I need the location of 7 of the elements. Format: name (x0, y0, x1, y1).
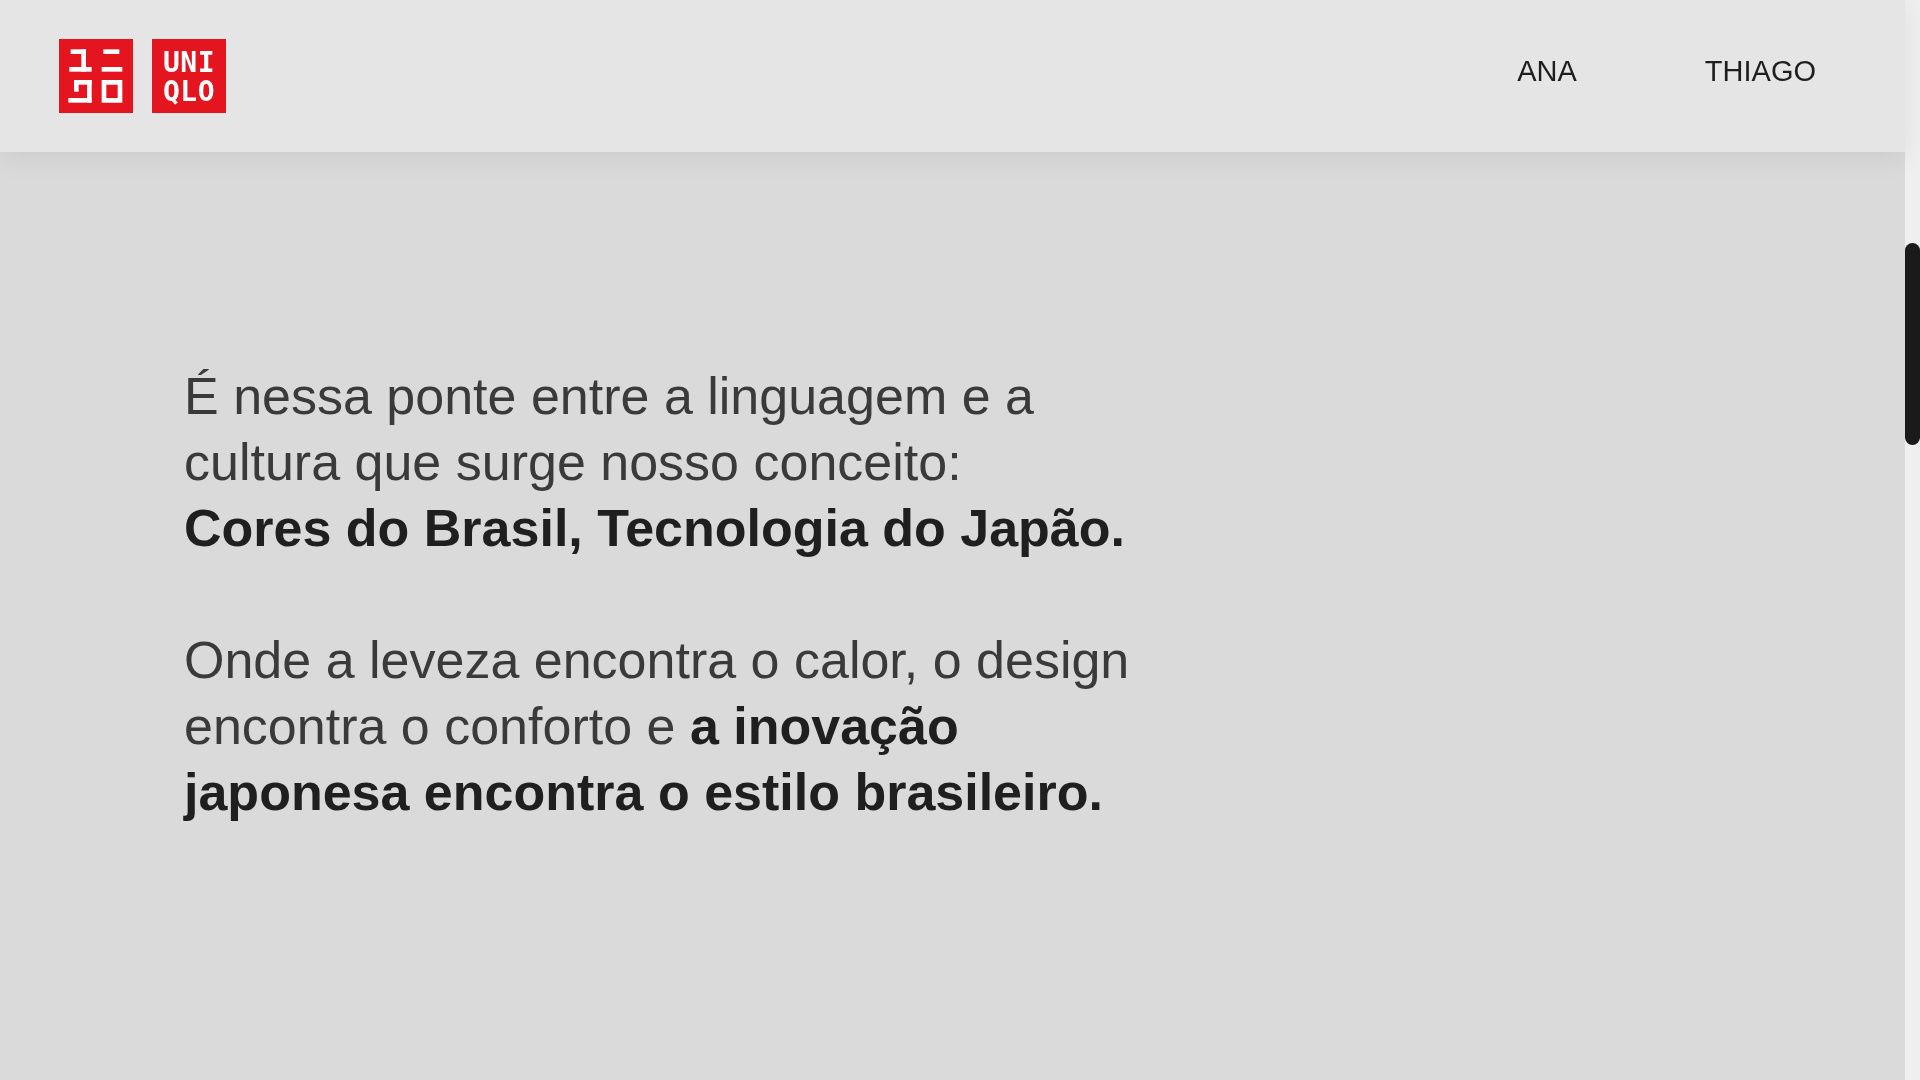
nav-link[interactable]: THIAGO (1704, 55, 1816, 88)
nav-link[interactable]: ANA (1517, 55, 1577, 88)
logo-mark-icon[interactable] (59, 39, 133, 113)
body-paragraph: É nessa ponte entre a linguagem e a cultura que surge nosso conceito: Cores do Brasil, Tecnologia do Japão. (184, 366, 1126, 559)
logo-wordmark[interactable]: UNI QLO (152, 39, 226, 113)
scrollbar-thumb[interactable] (1905, 243, 1920, 445)
body-paragraph: Onde a leveza encontra o calor, o design encontra o conforto e a inovação japonesa encontra o estilo brasileiro. (184, 630, 1131, 823)
